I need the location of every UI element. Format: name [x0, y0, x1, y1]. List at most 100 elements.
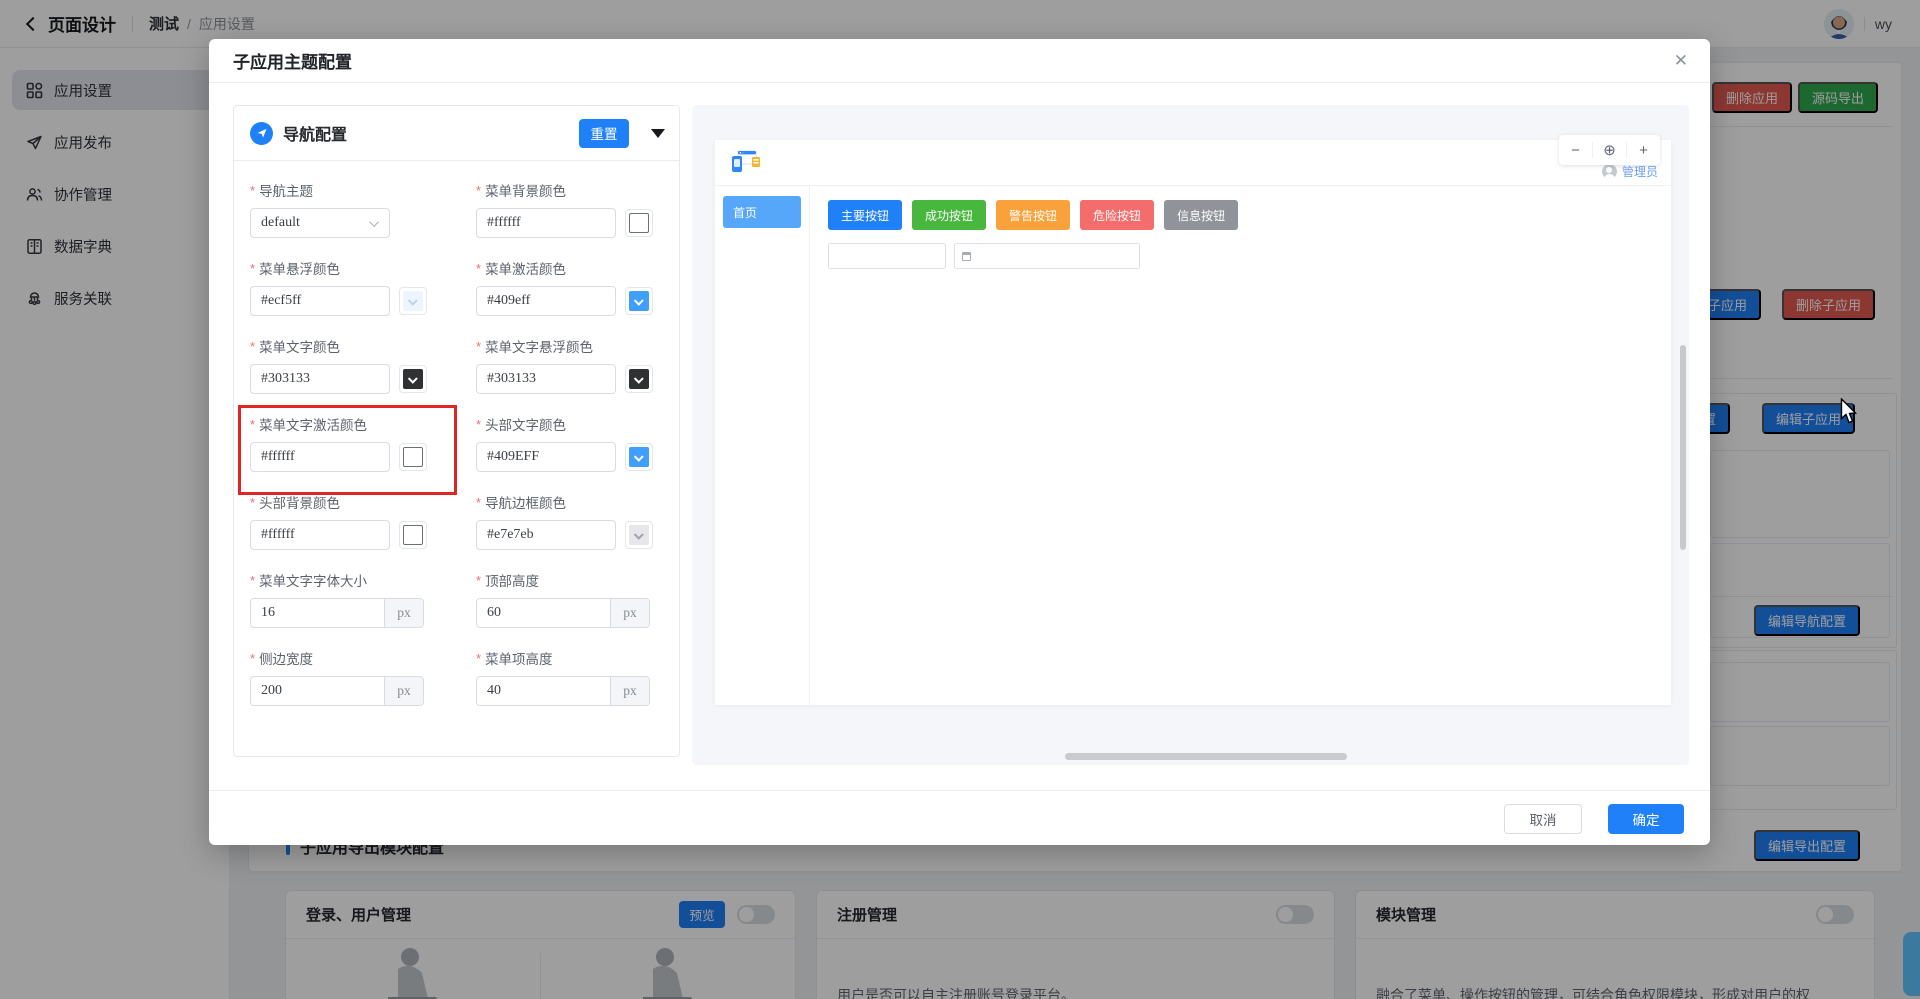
px-suffix: px: [610, 677, 649, 705]
dialog-title: 子应用主题配置: [233, 53, 352, 72]
navigation-icon: [250, 121, 273, 145]
menu-text-hover-color-swatch[interactable]: [625, 365, 653, 393]
reset-button[interactable]: 重置: [579, 118, 629, 148]
field-label: 侧边宽度: [259, 652, 314, 667]
caret-down-icon[interactable]: [651, 128, 665, 138]
warning-demo-button[interactable]: 警告按钮: [996, 200, 1071, 230]
nav-config-header: 导航配置 重置: [234, 106, 679, 161]
menu-bg-color-input[interactable]: [476, 208, 616, 238]
px-suffix: px: [610, 599, 649, 627]
px-suffix: px: [384, 599, 423, 627]
field-menu-bg-color: * 菜单背景颜色: [476, 180, 671, 238]
required-asterisk: *: [250, 416, 256, 432]
chevron-down-icon: [369, 216, 380, 227]
field-menu-text-color: * 菜单文字颜色: [250, 336, 476, 394]
menu-text-active-color-input[interactable]: [250, 442, 390, 472]
demo-date-input[interactable]: [954, 243, 1140, 269]
zoom-in-icon[interactable]: +: [1627, 142, 1660, 159]
side-width-input[interactable]: [251, 677, 384, 705]
chevron-down-icon: [633, 529, 644, 540]
field-label: 菜单文字字体大小: [259, 574, 368, 589]
preview-admin: 管理员: [1601, 163, 1658, 180]
cancel-button[interactable]: 取消: [1504, 804, 1582, 834]
info-demo-button[interactable]: 信息按钮: [1164, 200, 1239, 230]
preview-app: 管理员 首页 主要按钮 成功按钮 警告按钮 危险按钮 信息按钮: [715, 140, 1671, 705]
field-menu-text-active-color: * 菜单文字激活颜色: [238, 405, 476, 495]
required-asterisk: *: [476, 260, 482, 276]
chevron-down-icon: [407, 529, 417, 539]
required-asterisk: *: [250, 182, 256, 198]
calendar-icon: [962, 251, 971, 261]
close-icon[interactable]: ✕: [1674, 51, 1688, 71]
nav-theme-select[interactable]: default: [250, 208, 390, 238]
menu-active-color-input[interactable]: [476, 286, 616, 316]
header-bg-color-swatch[interactable]: [399, 521, 427, 549]
mouse-cursor: [1840, 398, 1858, 424]
select-value: default: [261, 215, 300, 230]
preview-app-header: 管理员: [715, 140, 1671, 186]
required-asterisk: *: [476, 494, 482, 510]
zoom-out-icon[interactable]: −: [1559, 142, 1592, 159]
required-asterisk: *: [476, 416, 482, 432]
field-label: 导航边框颜色: [485, 496, 567, 511]
header-bg-color-input[interactable]: [250, 520, 390, 550]
chevron-down-icon: [407, 295, 418, 306]
required-asterisk: *: [250, 572, 256, 588]
menu-item-height-input[interactable]: [477, 677, 610, 705]
field-header-bg-color: * 头部背景颜色: [250, 492, 476, 550]
field-label: 菜单悬浮颜色: [259, 262, 341, 277]
field-top-height: *顶部高度 px: [476, 570, 671, 628]
menu-text-color-input[interactable]: [250, 364, 390, 394]
primary-demo-button[interactable]: 主要按钮: [828, 200, 903, 230]
header-text-color-swatch[interactable]: [625, 443, 653, 471]
header-text-color-input[interactable]: [476, 442, 616, 472]
required-asterisk: *: [476, 182, 482, 198]
horizontal-scrollbar[interactable]: [1065, 753, 1347, 760]
field-menu-item-height: *菜单项高度 px: [476, 648, 671, 706]
menu-font-size-input[interactable]: [251, 599, 384, 627]
field-label: 菜单文字颜色: [259, 340, 341, 355]
required-asterisk: *: [476, 650, 482, 666]
preview-sidebar: 首页: [715, 186, 810, 705]
demo-text-input[interactable]: [828, 243, 946, 269]
admin-avatar-icon: [1601, 164, 1617, 179]
nav-border-color-input[interactable]: [476, 520, 616, 550]
zoom-reset-icon[interactable]: ⊕: [1593, 141, 1626, 159]
field-label: 菜单项高度: [485, 652, 553, 667]
field-header-text-color: * 头部文字颜色: [476, 414, 671, 472]
required-asterisk: *: [250, 338, 256, 354]
preview-main: 主要按钮 成功按钮 警告按钮 危险按钮 信息按钮: [810, 186, 1671, 705]
nav-border-color-swatch[interactable]: [625, 521, 653, 549]
field-label: 菜单激活颜色: [485, 262, 567, 277]
field-label: 菜单文字悬浮颜色: [485, 340, 594, 355]
field-label: 顶部高度: [485, 574, 540, 589]
menu-text-color-swatch[interactable]: [399, 365, 427, 393]
menu-active-color-swatch[interactable]: [625, 287, 653, 315]
required-asterisk: *: [476, 338, 482, 354]
field-menu-font-size: *菜单文字字体大小 px: [250, 570, 476, 628]
menu-text-hover-color-input[interactable]: [476, 364, 616, 394]
danger-demo-button[interactable]: 危险按钮: [1080, 200, 1155, 230]
field-label: 菜单背景颜色: [485, 184, 567, 199]
field-label: 头部文字颜色: [485, 418, 567, 433]
menu-text-active-color-swatch[interactable]: [399, 443, 427, 471]
menu-bg-color-swatch[interactable]: [625, 209, 653, 237]
top-height-input[interactable]: [477, 599, 610, 627]
nav-config-title: 导航配置: [283, 127, 348, 144]
confirm-button[interactable]: 确定: [1608, 804, 1684, 834]
menu-hover-color-input[interactable]: [250, 286, 390, 316]
menu-hover-color-swatch[interactable]: [399, 287, 427, 315]
field-label: 菜单文字激活颜色: [259, 418, 368, 433]
theme-preview-panel: − ⊕ + 管理员 首页 主要按钮 成功按钮 警告按钮 危险按钮 信息按钮: [692, 105, 1689, 765]
field-label: 头部背景颜色: [259, 496, 341, 511]
field-menu-hover-color: * 菜单悬浮颜色: [250, 258, 476, 316]
required-asterisk: *: [250, 260, 256, 276]
field-label: 导航主题: [259, 184, 314, 199]
success-demo-button[interactable]: 成功按钮: [912, 200, 987, 230]
required-asterisk: *: [476, 572, 482, 588]
preview-menu-home[interactable]: 首页: [723, 196, 801, 228]
modal-scrollbar[interactable]: [1680, 345, 1686, 550]
nav-config-fields: *导航主题 default *菜单背景颜色 *菜单悬浮颜色: [234, 161, 679, 706]
chevron-down-icon: [633, 451, 644, 462]
chevron-down-icon: [633, 295, 644, 306]
